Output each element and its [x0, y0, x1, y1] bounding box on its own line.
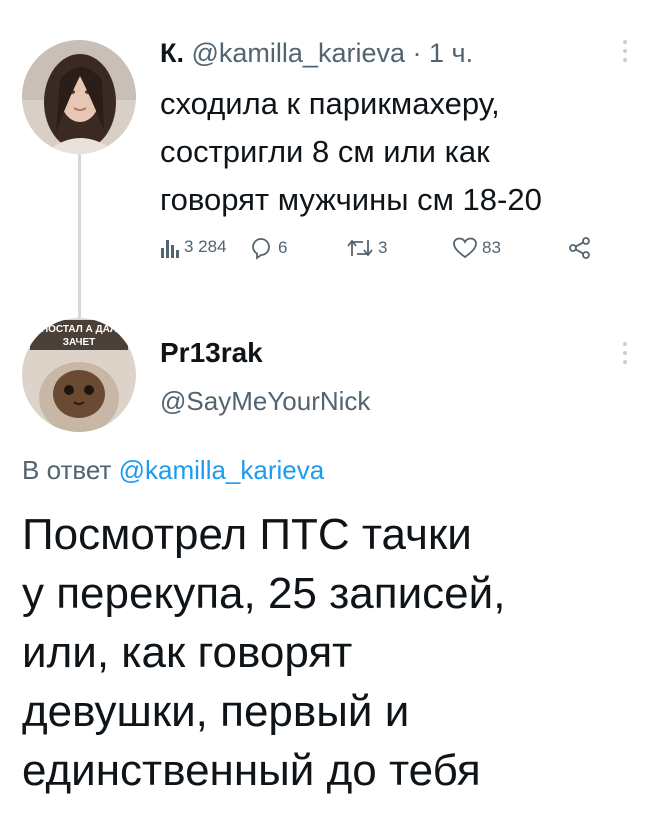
- avatar[interactable]: [22, 40, 136, 154]
- tweet-actions: 3 284 6 3 83: [160, 236, 600, 270]
- tweet-text-line: говорят мужчины см 18-20: [160, 182, 542, 217]
- like-count: 83: [482, 238, 501, 257]
- handle[interactable]: @kamilla_karieva: [192, 38, 405, 68]
- tweet-text-line: или, как говорят: [22, 628, 353, 677]
- thread-connector-line: [78, 150, 81, 318]
- tweet-header: К. @kamilla_karieva · 1 ч.: [160, 38, 473, 69]
- tweet-text: сходила к парикмахеру, состригли 8 см ил…: [160, 80, 600, 224]
- handle[interactable]: @SayMeYourNick: [160, 386, 370, 417]
- views-count: 3 284: [184, 237, 227, 256]
- retweet-icon: [346, 236, 374, 260]
- tweet-text-line: единственный до тебя: [22, 746, 481, 795]
- like-icon: [452, 236, 478, 260]
- share-button[interactable]: [568, 236, 592, 260]
- tweet-text-line: девушки, первый и: [22, 687, 410, 736]
- more-icon[interactable]: [620, 342, 630, 364]
- tweet-text-line: сходила к парикмахеру,: [160, 86, 500, 121]
- reply-icon: [250, 236, 274, 260]
- like-button[interactable]: 83: [452, 236, 501, 260]
- display-name[interactable]: К.: [160, 38, 184, 68]
- reply-prefix: В ответ: [22, 455, 112, 485]
- retweet-count: 3: [378, 238, 388, 257]
- avatar-caption-line: ЗАЧЕТ: [63, 337, 96, 348]
- reply-button[interactable]: 6: [250, 236, 287, 260]
- display-name[interactable]: Pr13rak: [160, 337, 263, 369]
- views-icon: [160, 236, 180, 258]
- separator: ·: [412, 38, 422, 68]
- reply-count: 6: [278, 238, 288, 257]
- reply-mention-link[interactable]: @kamilla_karieva: [119, 455, 325, 485]
- share-icon: [568, 236, 592, 260]
- tweet-text-line: Посмотрел ПТС тачки: [22, 510, 472, 559]
- tweet-text-line: состригли 8 см или как: [160, 134, 490, 169]
- retweet-button[interactable]: 3: [346, 236, 387, 260]
- timestamp[interactable]: 1 ч.: [429, 38, 473, 68]
- reply-context: В ответ @kamilla_karieva: [22, 455, 324, 486]
- tweet-text-line: у перекупа, 25 записей,: [22, 569, 506, 618]
- avatar[interactable]: ПОСТАЛ А ДАЛ ЗАЧЕТ: [22, 318, 136, 432]
- views-button[interactable]: 3 284: [160, 236, 227, 258]
- more-icon[interactable]: [620, 40, 630, 62]
- avatar-caption-line: ПОСТАЛ А ДАЛ: [41, 324, 117, 335]
- tweet-text: Посмотрел ПТС тачки у перекупа, 25 запис…: [22, 505, 642, 800]
